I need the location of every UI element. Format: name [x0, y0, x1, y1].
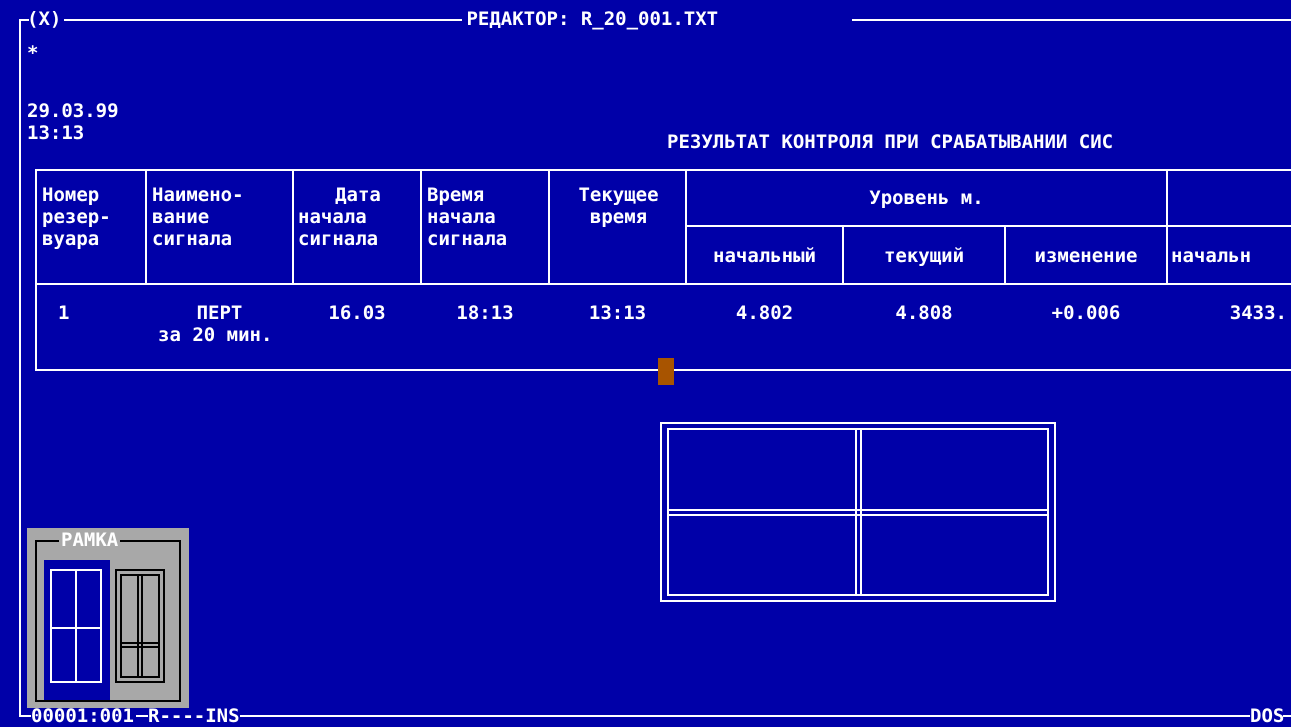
- status-border-left: [19, 715, 31, 717]
- frame-style-selected[interactable]: [44, 560, 110, 700]
- drawn-frame: [660, 422, 1056, 602]
- status-sep: [136, 715, 148, 717]
- row-signal-name-line2: за 20 мин.: [158, 324, 273, 346]
- editor-heading: РЕЗУЛЬТАТ КОНТРОЛЯ ПРИ СРАБАТЫВАНИИ СИС: [667, 131, 1114, 153]
- table-subheader-line: [685, 225, 1291, 227]
- header-group-level: Уровень м.: [869, 187, 984, 209]
- status-border-right: [1283, 715, 1291, 717]
- table-col-divider: [145, 169, 147, 285]
- double-frame-option-icon: [115, 569, 165, 683]
- row-reservoir-number: 1: [58, 302, 70, 324]
- header-col-signal-name-3: сигнала: [152, 228, 233, 250]
- header-col-reservoir-3: вуара: [42, 228, 100, 250]
- header-col-reservoir-1: Номер: [42, 184, 100, 206]
- header-sub-level-change: изменение: [1034, 245, 1138, 267]
- header-sub-level-start: начальный: [713, 245, 816, 267]
- frame-style-double[interactable]: [114, 568, 168, 686]
- header-col-signal-name-1: Наимено-: [152, 184, 244, 206]
- header-col-reservoir-2: резер-: [42, 206, 111, 228]
- row-level-current: 4.808: [895, 302, 953, 324]
- row-level-change: +0.006: [1051, 302, 1121, 324]
- double-frame-icon: [660, 422, 1056, 602]
- frame-tool-panel[interactable]: РАМКА: [27, 528, 189, 708]
- table-col-divider: [292, 169, 294, 285]
- close-button[interactable]: (X): [27, 8, 61, 30]
- header-col-start-time-1: Время: [427, 184, 485, 206]
- row-next-start: 3433.: [1229, 302, 1287, 324]
- status-mode: R----INS: [148, 705, 240, 727]
- table-top-border: [35, 169, 1291, 171]
- editor-marker: *: [27, 42, 39, 64]
- status-encoding: DOS: [1250, 705, 1285, 727]
- window-border-top-right: [852, 19, 1291, 21]
- status-position: 00001:001: [31, 705, 134, 727]
- header-col-start-date-3: сигнала: [298, 228, 379, 250]
- header-col-start-date-1: Дата: [335, 184, 381, 206]
- status-border-mid: [240, 715, 1250, 717]
- row-signal-name: ПЕРТ: [196, 302, 243, 324]
- row-level-start: 4.802: [735, 302, 794, 324]
- row-start-time: 18:13: [456, 302, 514, 324]
- table-col-divider: [1166, 169, 1168, 285]
- row-current-time: 13:13: [588, 302, 647, 324]
- header-col-signal-name-2: вание: [152, 206, 210, 228]
- window-border-left: [19, 19, 21, 715]
- header-col-start-date-2: начала: [298, 206, 367, 228]
- table-col-divider: [420, 169, 422, 285]
- header-sub-level-current: текущий: [883, 245, 965, 267]
- single-frame-icon: [50, 569, 102, 683]
- header-sub-next-start: начальн: [1171, 245, 1252, 267]
- editor-date: 29.03.99: [27, 100, 119, 122]
- text-cursor: [658, 358, 674, 385]
- header-col-current-time-2: время: [589, 206, 648, 228]
- table-left-border: [35, 169, 37, 371]
- row-start-date: 16.03: [328, 302, 386, 324]
- window-title: РЕДАКТОР: R_20_001.TXT: [455, 8, 730, 30]
- header-col-current-time-1: Текущее: [578, 184, 659, 206]
- header-col-start-time-3: сигнала: [427, 228, 508, 250]
- frame-panel-label: РАМКА: [59, 529, 121, 551]
- window-border-top-mid: [64, 19, 462, 21]
- table-header-bottom: [35, 283, 1291, 285]
- editor-time: 13:13: [27, 122, 85, 144]
- table-col-divider: [548, 169, 550, 285]
- header-col-start-time-2: начала: [427, 206, 496, 228]
